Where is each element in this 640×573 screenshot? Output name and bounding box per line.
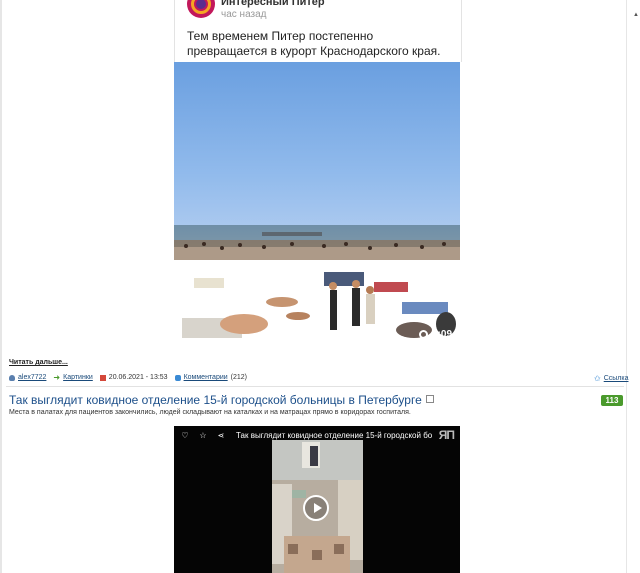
beach-video-thumbnail[interactable]: 0:09 [174,62,460,348]
post-text: Тем временем Питер постепенно превращает… [187,29,441,58]
article-title[interactable]: Так выглядит ковидное отделение 15-й гор… [9,393,434,407]
heart-icon[interactable]: ♡ [178,431,192,440]
page-frame-left [0,0,2,573]
scrollbar[interactable] [630,0,640,573]
page-frame-right [626,0,627,573]
link-label[interactable]: Ссылка [604,375,629,382]
link-star-icon: ✩ [594,374,601,383]
post-date: 20.06.2021 - 13:53 [108,374,168,381]
yaplakal-logo: ЯП [438,428,455,442]
scroll-up-arrow-icon[interactable]: ▲ [633,12,639,18]
article-description: Места в палатах для пациентов закончилис… [9,409,411,416]
author-link[interactable]: alex7722 [18,374,46,381]
loading-icon [418,330,428,339]
video-duration: 0:09 [418,329,452,340]
read-more-link[interactable]: Читать дальше... [9,359,68,366]
comments-count: (212) [230,374,248,381]
beach-crowd-image [174,232,460,338]
popout-icon[interactable] [425,395,434,403]
post-author[interactable]: Интересный Питер [221,0,325,8]
comments-icon [174,374,181,381]
video-title[interactable]: Так выглядит ковидное отделение 15-й гор… [236,431,432,440]
divider [6,386,624,387]
user-icon [9,374,15,381]
hospital-video-player[interactable]: ♡ ☆ ⋖ Так выглядит ковидное отделение 15… [174,426,460,573]
star-icon[interactable]: ☆ [196,431,210,440]
category-arrow-icon: ➜ [53,372,61,382]
share-icon[interactable]: ⋖ [214,431,228,440]
comments-link[interactable]: Комментарии [184,374,228,381]
avatar[interactable] [187,0,215,18]
video-toolbar: ♡ ☆ ⋖ Так выглядит ковидное отделение 15… [174,426,460,444]
permalink[interactable]: ✩ Ссылка [594,374,628,383]
article-meta-row: alex7722 ➜ Картинки 20.06.2021 - 13:53 К… [9,372,248,382]
play-icon[interactable] [303,495,329,521]
post-time: час назад [221,9,267,20]
embedded-post-card: Интересный Питер час назад Тем временем … [174,0,462,62]
rating-badge: 113 [601,395,623,406]
category-link[interactable]: Картинки [63,374,93,381]
calendar-icon [99,374,106,381]
